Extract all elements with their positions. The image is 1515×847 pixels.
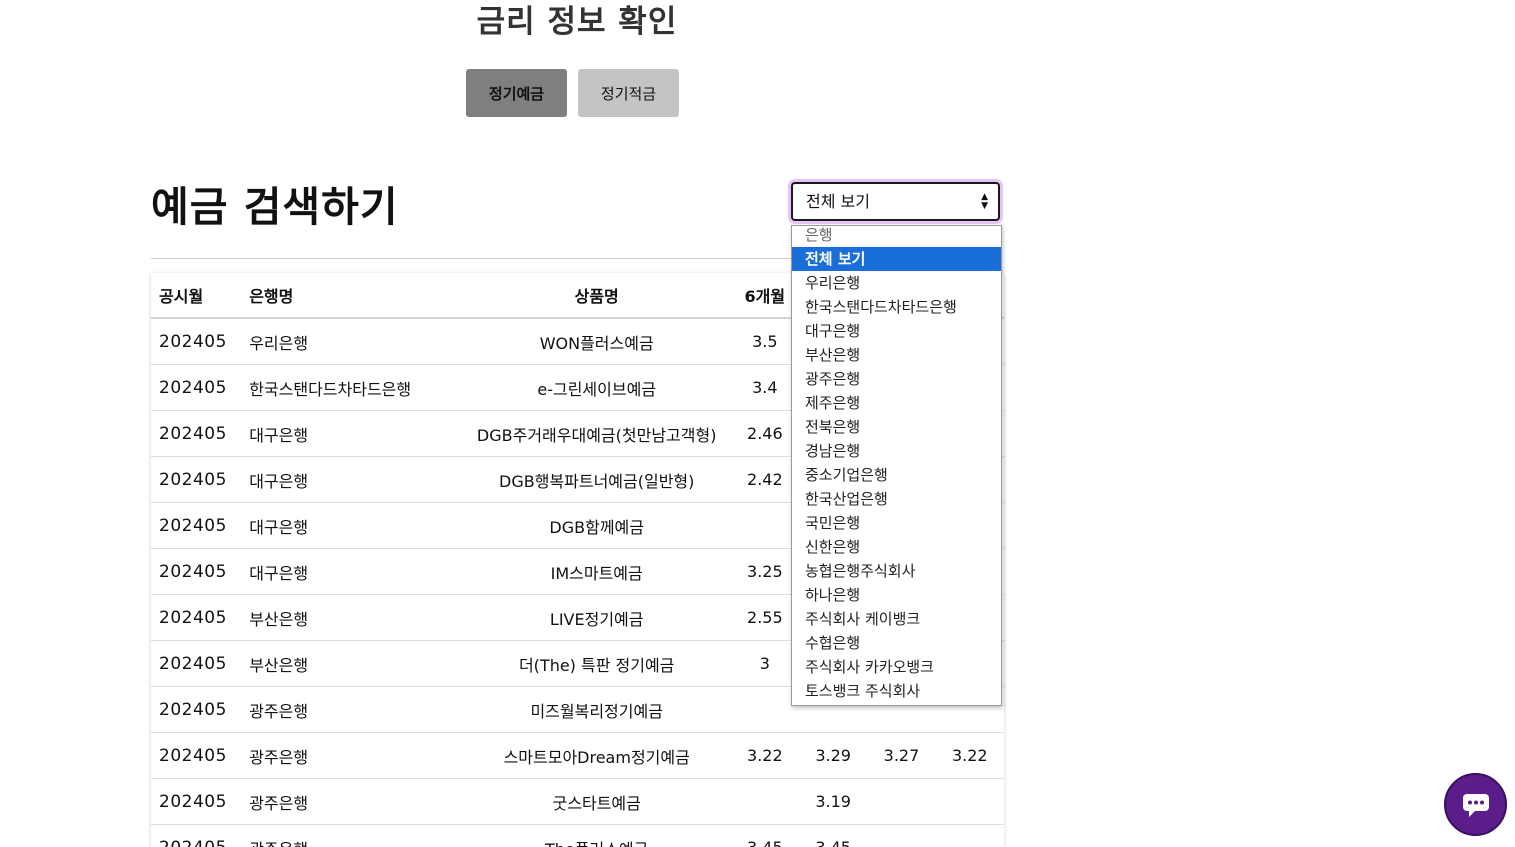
cell-rate-36m — [935, 824, 1004, 847]
cell-product: 스마트모아Dream정기예금 — [462, 732, 731, 779]
chat-bubble-icon — [1462, 793, 1489, 817]
cell-rate-6m: 3 — [730, 640, 799, 687]
column-header-month[interactable]: 공시월 — [151, 273, 250, 319]
cell-rate-6m — [730, 686, 799, 733]
cell-rate-24m — [867, 824, 936, 847]
section-title: 예금 검색하기 — [151, 183, 399, 231]
cell-rate-24m: 3.27 — [867, 732, 936, 779]
cell-month: 202405 — [151, 594, 250, 641]
cell-bank: 부산은행 — [249, 594, 463, 641]
cell-bank: 광주은행 — [249, 732, 463, 779]
dropdown-option[interactable]: 국민은행 — [792, 511, 1001, 535]
cell-month: 202405 — [151, 732, 250, 779]
column-header-bank[interactable]: 은행명 — [249, 273, 463, 319]
cell-month: 202405 — [151, 364, 250, 411]
cell-product: DGB함께예금 — [462, 502, 731, 549]
dropdown-option[interactable]: 전북은행 — [792, 415, 1001, 439]
column-header-6month[interactable]: 6개월 — [730, 273, 799, 319]
dropdown-option[interactable]: 경남은행 — [792, 439, 1001, 463]
dropdown-option[interactable]: 수협은행 — [792, 631, 1001, 655]
cell-month: 202405 — [151, 640, 250, 687]
cell-bank: 대구은행 — [249, 548, 463, 595]
cell-month: 202405 — [151, 548, 250, 595]
column-header-product[interactable]: 상품명 — [462, 273, 731, 319]
dropdown-option[interactable]: 주식회사 케이뱅크 — [792, 607, 1001, 631]
cell-rate-6m: 3.22 — [730, 732, 799, 779]
cell-bank: 광주은행 — [249, 686, 463, 733]
bank-select-value: 전체 보기 — [806, 192, 870, 211]
tab-installment-savings[interactable]: 정기적금 — [578, 69, 679, 117]
cell-month: 202405 — [151, 410, 250, 457]
bank-dropdown: 은행 전체 보기 우리은행 한국스탠다드차타드은행 대구은행 부산은행 광주은행 제주은행 전… — [791, 225, 1002, 706]
cell-product: DGB주거래우대예금(첫만남고객형) — [462, 410, 731, 457]
tab-fixed-deposit[interactable]: 정기예금 — [466, 69, 567, 117]
cell-month: 202405 — [151, 456, 250, 503]
table-row: 202405 광주은행 스마트모아Dream정기예금 3.22 3.29 3.27 3.22 — [151, 732, 1004, 779]
dropdown-option[interactable]: 제주은행 — [792, 391, 1001, 415]
table-row: 202405 광주은행 굿스타트예금 3.19 — [151, 778, 1004, 825]
cell-rate-6m: 3.25 — [730, 548, 799, 595]
bank-select[interactable]: 전체 보기 ▲ ▼ — [791, 182, 1000, 221]
cell-rate-6m — [730, 778, 799, 825]
dropdown-option[interactable]: 신한은행 — [792, 535, 1001, 559]
cell-rate-12m: 3.19 — [798, 778, 868, 825]
select-arrows-icon: ▲ ▼ — [981, 192, 988, 211]
cell-month: 202405 — [151, 318, 250, 365]
cell-rate-6m — [730, 502, 799, 549]
cell-bank: 우리은행 — [249, 318, 463, 365]
page-title: 금리 정보 확인 — [476, 4, 678, 40]
chat-button[interactable] — [1444, 773, 1507, 836]
dropdown-option[interactable]: 전체 보기 — [792, 247, 1001, 271]
cell-product: LIVE정기예금 — [462, 594, 731, 641]
cell-month: 202405 — [151, 502, 250, 549]
dropdown-option[interactable]: 한국스탠다드차타드은행 — [792, 295, 1001, 319]
page: 금리 정보 확인 정기예금 정기적금 예금 검색하기 전체 보기 ▲ ▼ 은행 전… — [0, 0, 1515, 847]
cell-bank: 한국스탠다드차타드은행 — [249, 364, 463, 411]
cell-bank: 광주은행 — [249, 778, 463, 825]
cell-bank: 대구은행 — [249, 502, 463, 549]
cell-product: 미즈월복리정기예금 — [462, 686, 731, 733]
cell-rate-6m: 2.42 — [730, 456, 799, 503]
dropdown-option[interactable]: 광주은행 — [792, 367, 1001, 391]
cell-rate-12m: 3.45 — [798, 824, 868, 847]
cell-rate-6m: 3.45 — [730, 824, 799, 847]
cell-rate-6m: 3.4 — [730, 364, 799, 411]
cell-month: 202405 — [151, 824, 250, 847]
cell-product: 더(The) 특판 정기예금 — [462, 640, 731, 687]
cell-product: e-그린세이브예금 — [462, 364, 731, 411]
cell-rate-36m: 3.22 — [935, 732, 1004, 779]
dropdown-option[interactable]: 한국산업은행 — [792, 487, 1001, 511]
dropdown-option[interactable]: 우리은행 — [792, 271, 1001, 295]
cell-product: 굿스타트예금 — [462, 778, 731, 825]
dropdown-option[interactable]: 주식회사 카카오뱅크 — [792, 655, 1001, 679]
cell-rate-24m — [867, 778, 936, 825]
cell-product: IM스마트예금 — [462, 548, 731, 595]
dropdown-option[interactable]: 부산은행 — [792, 343, 1001, 367]
table-row: 202405광주은행The플러스예금3.453.45 — [151, 824, 1004, 847]
dropdown-option[interactable]: 중소기업은행 — [792, 463, 1001, 487]
dropdown-option[interactable]: 대구은행 — [792, 319, 1001, 343]
cell-product: DGB행복파트너예금(일반형) — [462, 456, 731, 503]
dropdown-option[interactable]: 하나은행 — [792, 583, 1001, 607]
cell-month: 202405 — [151, 686, 250, 733]
cell-bank: 대구은행 — [249, 410, 463, 457]
cell-rate-36m — [935, 778, 1004, 825]
cell-product: The플러스예금 — [462, 824, 731, 847]
cell-bank: 대구은행 — [249, 456, 463, 503]
cell-rate-6m: 2.55 — [730, 594, 799, 641]
cell-product: WON플러스예금 — [462, 318, 731, 365]
dropdown-option[interactable]: 농협은행주식회사 — [792, 559, 1001, 583]
dropdown-group-label: 은행 — [805, 226, 833, 244]
cell-rate-6m: 2.46 — [730, 410, 799, 457]
cell-rate-6m: 3.5 — [730, 318, 799, 365]
dropdown-option[interactable]: 토스뱅크 주식회사 — [792, 679, 1001, 703]
cell-month: 202405 — [151, 778, 250, 825]
cell-rate-12m: 3.29 — [798, 732, 868, 779]
cell-bank: 부산은행 — [249, 640, 463, 687]
cell-bank: 광주은행 — [249, 824, 463, 847]
